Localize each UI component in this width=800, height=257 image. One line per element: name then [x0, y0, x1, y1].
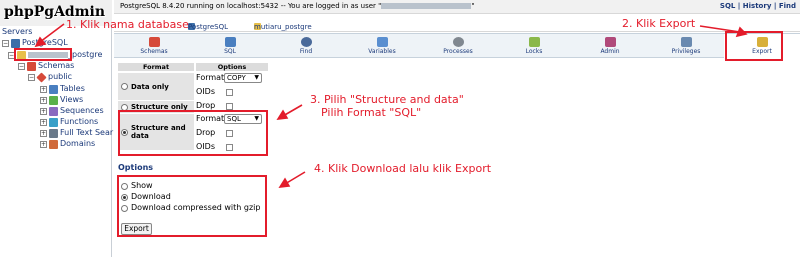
arrow-step-2: [699, 25, 741, 33]
arrow-step-3-head: [276, 109, 289, 120]
arrow-step-2-head: [735, 26, 748, 38]
arrow-step-3: [282, 104, 303, 117]
arrow-step-4-head: [278, 177, 291, 188]
arrow-step-1: [39, 23, 65, 43]
annotation-arrows: [34, 23, 748, 188]
arrow-step-4: [284, 171, 306, 185]
